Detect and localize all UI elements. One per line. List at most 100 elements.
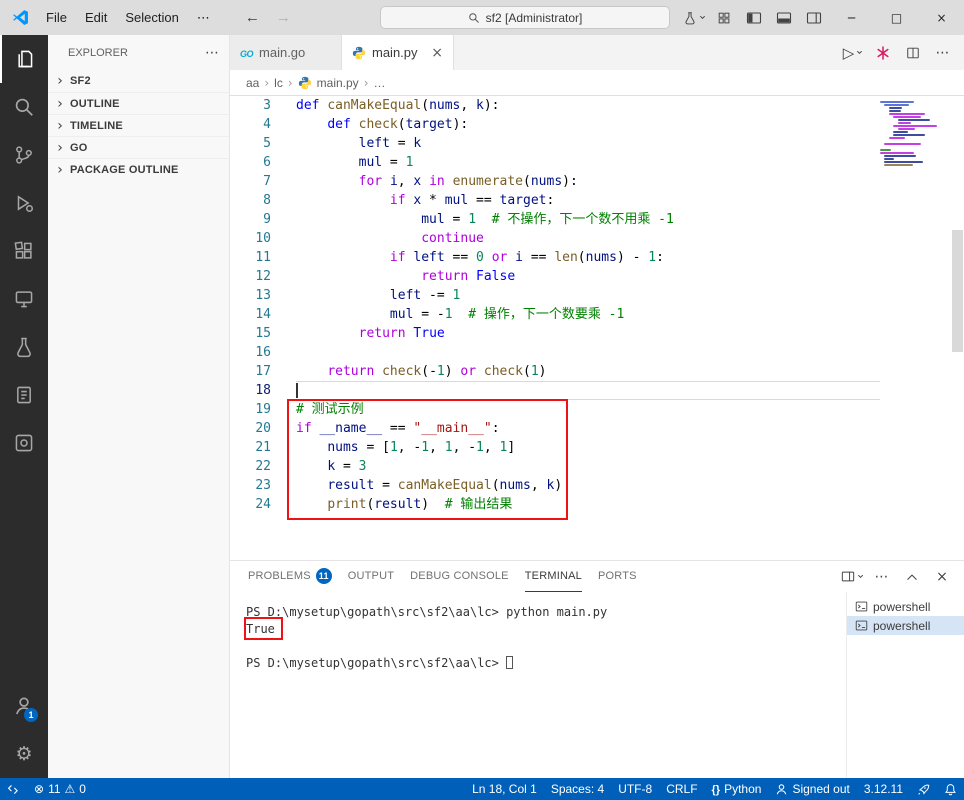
remote-explorer-icon[interactable] xyxy=(0,275,48,323)
code-text[interactable]: k = 3 xyxy=(296,457,880,476)
panel-tab-debug-console[interactable]: DEBUG CONSOLE xyxy=(410,561,509,592)
more-actions-icon[interactable]: ⋯ xyxy=(870,565,894,589)
code-line[interactable]: 20 if __name__ == "__main__": xyxy=(230,419,880,438)
scrollbar-thumb[interactable] xyxy=(952,230,963,352)
panel-tab-terminal[interactable]: TERMINAL xyxy=(524,561,582,592)
testing-icon[interactable] xyxy=(0,323,48,371)
line-number[interactable]: 10 xyxy=(230,229,296,248)
tab-main-py[interactable]: main.py × xyxy=(342,35,454,70)
more-actions-icon[interactable]: ⋯ xyxy=(930,40,956,66)
minimize-button[interactable]: ─ xyxy=(829,0,874,35)
formatter-extension-icon[interactable] xyxy=(870,40,896,66)
code-text[interactable] xyxy=(296,381,880,400)
line-number[interactable]: 3 xyxy=(230,96,296,115)
line-number[interactable]: 9 xyxy=(230,210,296,229)
line-number[interactable]: 22 xyxy=(230,457,296,476)
forward-arrow-icon[interactable]: → xyxy=(276,9,291,26)
code-text[interactable]: print(result) # 输出结果 xyxy=(296,495,880,514)
code-text[interactable]: left -= 1 xyxy=(296,286,880,305)
code-line[interactable]: 10 continue xyxy=(230,229,880,248)
run-python-file-icon[interactable]: ▷ xyxy=(840,40,866,66)
menu-overflow-icon[interactable]: ⋯ xyxy=(188,0,219,35)
panel-tab-problems[interactable]: PROBLEMS 11 xyxy=(248,561,332,592)
code-text[interactable]: for i, x in enumerate(nums): xyxy=(296,172,880,191)
code-line[interactable]: 18 xyxy=(230,381,880,400)
status-3-12-11[interactable]: 3.12.11 xyxy=(857,778,910,800)
sidebar-section-go[interactable]: › GO xyxy=(48,136,229,158)
line-number[interactable]: 20 xyxy=(230,419,296,438)
code-line[interactable]: 15 return True xyxy=(230,324,880,343)
code-text[interactable]: # 测试示例 xyxy=(296,400,880,419)
more-actions-icon[interactable]: ⋯ xyxy=(205,44,219,61)
breadcrumb[interactable]: aa › lc › main.py ›… xyxy=(230,70,964,96)
code-text[interactable]: nums = [1, -1, 1, -1, 1] xyxy=(296,438,880,457)
code-text[interactable]: mul = 1 xyxy=(296,153,880,172)
code-line[interactable]: 5 left = k xyxy=(230,134,880,153)
explorer-icon[interactable] xyxy=(0,35,48,83)
code-line[interactable]: 4 def check(target): xyxy=(230,115,880,134)
code-line[interactable]: 7 for i, x in enumerate(nums): xyxy=(230,172,880,191)
line-number[interactable]: 23 xyxy=(230,476,296,495)
code-line[interactable]: 12 return False xyxy=(230,267,880,286)
settings-gear-icon[interactable]: ⚙ xyxy=(0,730,48,778)
line-number[interactable]: 6 xyxy=(230,153,296,172)
status-signed-out[interactable]: Signed out xyxy=(768,778,856,800)
line-number[interactable]: 4 xyxy=(230,115,296,134)
close-button[interactable]: × xyxy=(919,0,964,35)
code-text[interactable]: if x * mul == target: xyxy=(296,191,880,210)
line-number[interactable]: 18 xyxy=(230,381,296,400)
flask-dropdown-icon[interactable] xyxy=(679,0,709,35)
menu-selection[interactable]: Selection xyxy=(116,0,187,35)
code-line[interactable]: 11 if left == 0 or i == len(nums) - 1: xyxy=(230,248,880,267)
customize-layout-icon[interactable] xyxy=(709,0,739,35)
code-text[interactable]: left = k xyxy=(296,134,880,153)
menu-edit[interactable]: Edit xyxy=(76,0,116,35)
problems-status[interactable]: ⊗ 11 ⚠ 0 xyxy=(27,778,93,800)
line-number[interactable]: 16 xyxy=(230,343,296,362)
status-utf-8[interactable]: UTF-8 xyxy=(611,778,659,800)
code-line[interactable]: 17 return check(-1) or check(1) xyxy=(230,362,880,381)
status-spaces-4[interactable]: Spaces: 4 xyxy=(544,778,611,800)
code-line[interactable]: 21 nums = [1, -1, 1, -1, 1] xyxy=(230,438,880,457)
code-line[interactable]: 22 k = 3 xyxy=(230,457,880,476)
close-panel-icon[interactable]: × xyxy=(930,565,954,589)
line-number[interactable]: 15 xyxy=(230,324,296,343)
close-icon[interactable]: × xyxy=(431,45,443,61)
line-number[interactable]: 7 xyxy=(230,172,296,191)
toggle-sidebar-icon[interactable] xyxy=(739,0,769,35)
code-line[interactable]: 9 mul = 1 # 不操作，下一个数不用乘 -1 xyxy=(230,210,880,229)
code-text[interactable]: result = canMakeEqual(nums, k) xyxy=(296,476,880,495)
terminal-output[interactable]: PS D:\mysetup\gopath\src\sf2\aa\lc> pyth… xyxy=(230,592,846,778)
code-line[interactable]: 23 result = canMakeEqual(nums, k) xyxy=(230,476,880,495)
code-text[interactable] xyxy=(296,343,880,362)
line-number[interactable]: 14 xyxy=(230,305,296,324)
maximize-button[interactable]: □ xyxy=(874,0,919,35)
code-text[interactable]: mul = -1 # 操作，下一个数要乘 -1 xyxy=(296,305,880,324)
line-number[interactable]: 24 xyxy=(230,495,296,514)
status-python[interactable]: {} Python xyxy=(705,778,769,800)
code-text[interactable]: mul = 1 # 不操作，下一个数不用乘 -1 xyxy=(296,210,880,229)
status-ln-18-col-1[interactable]: Ln 18, Col 1 xyxy=(465,778,544,800)
menu-file[interactable]: File xyxy=(37,0,76,35)
code-text[interactable]: return False xyxy=(296,267,880,286)
terminal-views-dropdown-icon[interactable] xyxy=(840,565,864,589)
maximize-panel-icon[interactable] xyxy=(900,565,924,589)
code-text[interactable]: if left == 0 or i == len(nums) - 1: xyxy=(296,248,880,267)
minimap[interactable] xyxy=(880,96,950,560)
code-text[interactable]: if __name__ == "__main__": xyxy=(296,419,880,438)
code-text[interactable]: return True xyxy=(296,324,880,343)
source-control-icon[interactable] xyxy=(0,131,48,179)
command-center-search[interactable]: sf2 [Administrator] xyxy=(380,6,670,29)
code-line[interactable]: 16 xyxy=(230,343,880,362)
sidebar-section-package-outline[interactable]: › PACKAGE OUTLINE xyxy=(48,158,229,180)
code-text[interactable]: def check(target): xyxy=(296,115,880,134)
terminal-instance[interactable]: powershell xyxy=(847,597,964,616)
code-text[interactable]: def canMakeEqual(nums, k): xyxy=(296,96,880,115)
terminal-instance[interactable]: powershell xyxy=(847,616,964,635)
split-editor-icon[interactable] xyxy=(900,40,926,66)
remote-indicator-icon[interactable] xyxy=(0,778,27,800)
breadcrumb-item[interactable]: main.py xyxy=(317,76,359,90)
line-number[interactable]: 21 xyxy=(230,438,296,457)
account-icon[interactable]: 1 xyxy=(0,682,48,730)
line-number[interactable]: 17 xyxy=(230,362,296,381)
